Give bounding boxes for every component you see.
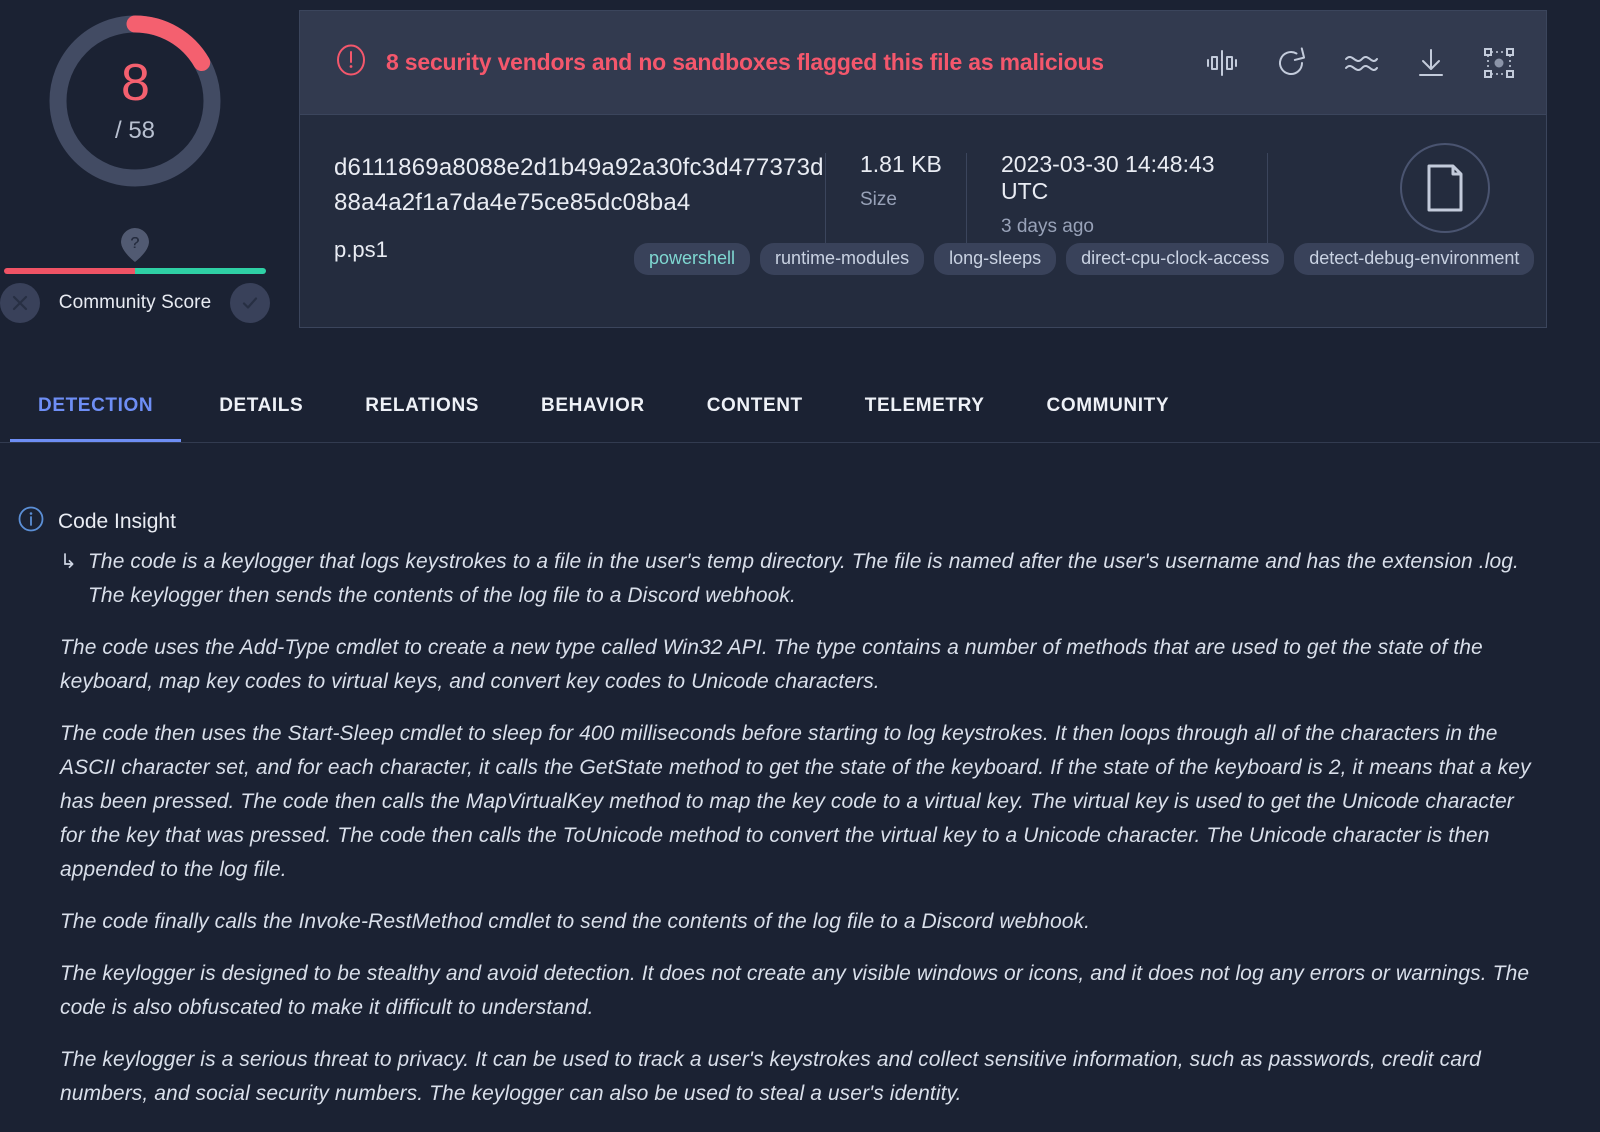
insight-paragraph: The code then uses the Start-Sleep cmdle… bbox=[60, 722, 1531, 882]
info-circle-icon bbox=[18, 506, 44, 537]
file-tag[interactable]: runtime-modules bbox=[760, 243, 925, 275]
file-document-icon bbox=[1427, 164, 1463, 212]
similar-icon[interactable] bbox=[1342, 48, 1380, 78]
compare-icon[interactable] bbox=[1204, 46, 1240, 80]
community-upvote-button[interactable] bbox=[230, 283, 270, 323]
insight-paragraph: The keylogger is designed to be stealthy… bbox=[60, 962, 1530, 1020]
code-insight-header: Code Insight bbox=[0, 490, 1600, 537]
question-pin-icon[interactable]: ? ? bbox=[119, 226, 151, 264]
tab-detection[interactable]: DETECTION bbox=[9, 375, 182, 442]
x-icon bbox=[12, 295, 28, 311]
community-score-row: Community Score bbox=[0, 281, 270, 325]
insight-paragraph: The keylogger is a serious threat to pri… bbox=[60, 1048, 1481, 1106]
file-meta-body: d6111869a8088e2d1b49a92a30fc3d477373d88a… bbox=[300, 115, 1546, 328]
file-size-block: 1.81 KB Size bbox=[826, 151, 966, 328]
file-actions-toolbar bbox=[1204, 46, 1516, 80]
file-tag[interactable]: detect-debug-environment bbox=[1294, 243, 1535, 275]
detection-count: 8 bbox=[121, 54, 150, 112]
file-date-value: 2023-03-30 14:48:43 UTC bbox=[1001, 151, 1215, 204]
file-date-relative: 3 days ago bbox=[1001, 216, 1094, 237]
community-bar-positive bbox=[135, 268, 266, 274]
report-tabs: DETECTION DETAILS RELATIONS BEHAVIOR CON… bbox=[0, 375, 1600, 443]
file-summary-card: 8 security vendors and no sandboxes flag… bbox=[299, 10, 1547, 328]
code-insight-body: ↳ The code is a keylogger that logs keys… bbox=[0, 545, 1600, 1132]
insight-paragraph: ↳ The code is a keylogger that logs keys… bbox=[60, 545, 1540, 613]
code-insight-title: Code Insight bbox=[58, 509, 176, 533]
tab-relations[interactable]: RELATIONS bbox=[365, 375, 479, 442]
file-size-label: Size bbox=[860, 189, 897, 210]
malicious-alert-text: 8 security vendors and no sandboxes flag… bbox=[386, 49, 1104, 75]
code-insight-section: Code Insight ↳ The code is a keylogger t… bbox=[0, 490, 1600, 1132]
check-icon bbox=[242, 297, 258, 309]
community-bar-negative bbox=[4, 268, 135, 274]
donut-center: 8 / 58 bbox=[40, 6, 230, 196]
reanalyze-icon[interactable] bbox=[1274, 46, 1308, 80]
tab-telemetry[interactable]: TELEMETRY bbox=[865, 375, 985, 442]
virustotal-file-report: 8 / 58 ? ? Community Score 8 security ve… bbox=[0, 0, 1600, 1132]
tab-behavior[interactable]: BEHAVIOR bbox=[541, 375, 645, 442]
branch-arrow-icon: ↳ bbox=[60, 551, 77, 573]
file-tag[interactable]: long-sleeps bbox=[934, 243, 1057, 275]
file-type-badge bbox=[1400, 143, 1490, 233]
insight-paragraph: The code uses the Add-Type cmdlet to cre… bbox=[60, 636, 1483, 694]
file-date-block: 2023-03-30 14:48:43 UTC 3 days ago bbox=[967, 151, 1267, 328]
exclamation-circle-icon bbox=[334, 43, 368, 82]
file-tag[interactable]: powershell bbox=[634, 243, 751, 275]
graph-icon[interactable] bbox=[1482, 46, 1516, 80]
download-icon[interactable] bbox=[1414, 46, 1448, 80]
file-hash[interactable]: d6111869a8088e2d1b49a92a30fc3d477373d88a… bbox=[334, 151, 824, 221]
detection-donut: 8 / 58 bbox=[40, 6, 230, 196]
community-downvote-button[interactable] bbox=[0, 283, 40, 323]
file-tag-list: powershell runtime-modules long-sleeps d… bbox=[634, 243, 1535, 275]
community-score-bar bbox=[4, 268, 266, 274]
insight-paragraph: The code finally calls the Invoke-RestMe… bbox=[60, 910, 1091, 934]
detection-score-panel: 8 / 58 ? ? Community Score bbox=[0, 0, 270, 340]
community-score-label: Community Score bbox=[58, 292, 212, 313]
tab-details[interactable]: DETAILS bbox=[219, 375, 303, 442]
tab-content[interactable]: CONTENT bbox=[707, 375, 803, 442]
malicious-alert-band: 8 security vendors and no sandboxes flag… bbox=[300, 11, 1546, 115]
file-tag[interactable]: direct-cpu-clock-access bbox=[1066, 243, 1285, 275]
file-identity: d6111869a8088e2d1b49a92a30fc3d477373d88a… bbox=[300, 151, 825, 328]
file-size-value: 1.81 KB bbox=[860, 151, 942, 177]
engine-total: / 58 bbox=[114, 117, 156, 144]
tab-community[interactable]: COMMUNITY bbox=[1047, 375, 1170, 442]
svg-text:?: ? bbox=[131, 235, 140, 252]
insight-paragraph-text: The code is a keylogger that logs keystr… bbox=[88, 550, 1519, 608]
